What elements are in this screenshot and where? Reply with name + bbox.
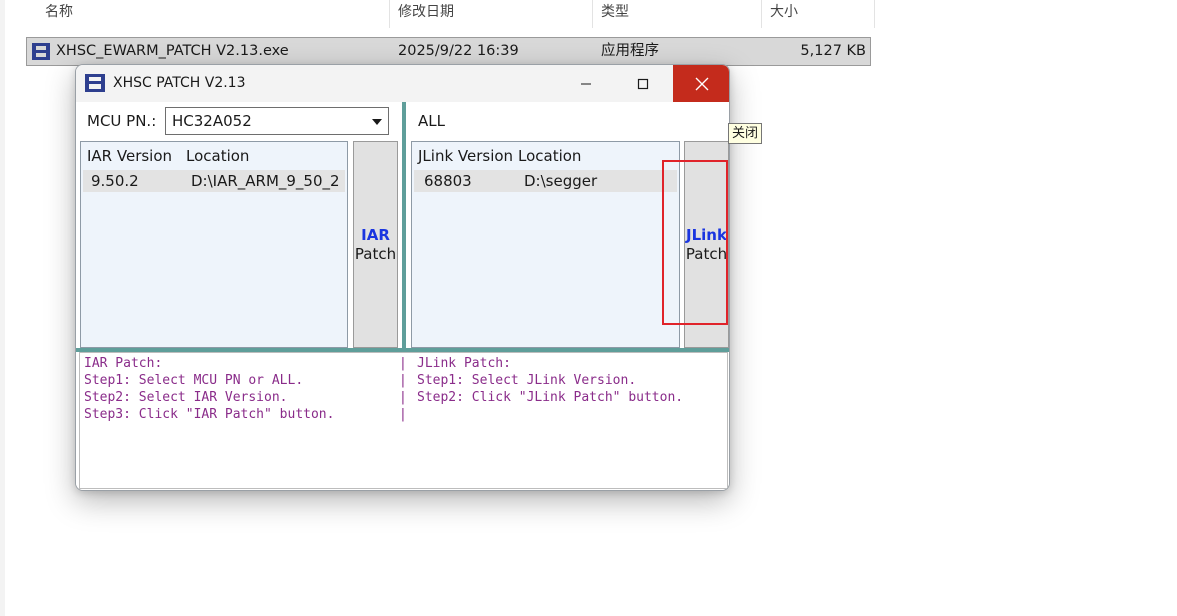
- close-tooltip: 关闭: [728, 123, 763, 144]
- iar-patch-button[interactable]: IAR Patch: [353, 141, 398, 348]
- iar-version-list[interactable]: IAR Version Location 9.50.2 D:\IAR_ARM_9…: [80, 141, 348, 348]
- app-exe-icon: [30, 40, 52, 62]
- file-name: XHSC_EWARM_PATCH V2.13.exe: [56, 43, 289, 59]
- jlink-version-header[interactable]: JLink Version: [418, 144, 513, 168]
- maximize-icon: [637, 78, 649, 89]
- iar-version-cell: 9.50.2: [91, 172, 139, 190]
- list-item[interactable]: 9.50.2 D:\IAR_ARM_9_50_2: [83, 170, 345, 192]
- file-row[interactable]: XHSC_EWARM_PATCH V2.13.exe 2025/9/22 16:…: [26, 37, 871, 66]
- jlink-location-header[interactable]: Location: [518, 144, 581, 168]
- iar-location-cell: D:\IAR_ARM_9_50_2: [191, 172, 340, 190]
- vertical-divider[interactable]: [402, 102, 406, 348]
- log-left-1: Step1: Select MCU PN or ALL.: [84, 373, 304, 388]
- close-icon: [695, 77, 709, 90]
- log-separator: |: [399, 407, 407, 422]
- column-header-size[interactable]: 大小: [762, 0, 874, 28]
- log-separator: |: [399, 390, 407, 405]
- highlight-outline: [662, 160, 728, 325]
- all-label: ALL: [418, 112, 445, 130]
- jlink-version-list[interactable]: JLink Version Location 68803 D:\segger: [411, 141, 680, 348]
- close-button[interactable]: [673, 65, 729, 102]
- patch-dialog: XHSC PATCH V2.13 MCU PN.: HC32A052 ALL I…: [75, 64, 730, 491]
- minimize-icon: [581, 83, 591, 84]
- xhsc-logo-icon: [85, 74, 105, 92]
- chevron-down-icon: [372, 119, 382, 125]
- mcu-pn-label: MCU PN.:: [87, 112, 157, 130]
- log-left-3: Step3: Click "IAR Patch" button.: [84, 407, 335, 422]
- log-right-2: Step2: Click "JLink Patch" button.: [417, 390, 684, 405]
- window-title: XHSC PATCH V2.13: [113, 75, 246, 91]
- mcu-pn-select[interactable]: HC32A052: [165, 107, 389, 135]
- file-size: 5,127 KB: [800, 43, 866, 59]
- mcu-pn-value: HC32A052: [172, 112, 252, 130]
- column-header-name[interactable]: 名称: [37, 0, 389, 28]
- explorer-left-strip: [0, 0, 5, 616]
- list-item[interactable]: 68803 D:\segger: [414, 170, 677, 192]
- file-modified: 2025/9/22 16:39: [398, 43, 519, 59]
- iar-patch-line2: Patch: [354, 245, 397, 263]
- jlink-version-cell: 68803: [424, 172, 472, 190]
- log-right-1: Step1: Select JLink Version.: [417, 373, 637, 388]
- column-divider[interactable]: [874, 0, 875, 28]
- iar-patch-line1: IAR: [361, 226, 390, 244]
- log-left-2: Step2: Select IAR Version.: [84, 390, 288, 405]
- log-output[interactable]: IAR Patch: Step1: Select MCU PN or ALL. …: [79, 352, 728, 489]
- title-bar[interactable]: XHSC PATCH V2.13: [76, 65, 729, 102]
- log-separator: |: [399, 373, 407, 388]
- column-header-modified[interactable]: 修改日期: [390, 0, 592, 28]
- jlink-location-cell: D:\segger: [524, 172, 598, 190]
- column-header-type[interactable]: 类型: [593, 0, 761, 28]
- minimize-button[interactable]: [557, 65, 615, 102]
- iar-location-header[interactable]: Location: [186, 144, 249, 168]
- dialog-client: MCU PN.: HC32A052 ALL IAR Version Locati…: [76, 102, 729, 490]
- file-type: 应用程序: [601, 43, 659, 59]
- log-right-0: JLink Patch:: [417, 356, 511, 371]
- log-left-0: IAR Patch:: [84, 356, 163, 371]
- maximize-button[interactable]: [614, 65, 672, 102]
- iar-version-header[interactable]: IAR Version: [87, 144, 172, 168]
- log-separator: |: [399, 356, 407, 371]
- screen: 名称 修改日期 类型 大小 XHSC_EWARM_PATCH V2.13.exe…: [0, 0, 1177, 616]
